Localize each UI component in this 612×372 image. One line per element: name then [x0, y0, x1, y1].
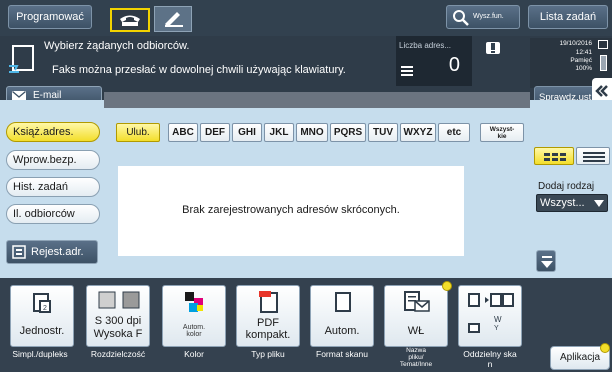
simplex-duplex-value: Jednostr. — [19, 325, 65, 337]
arrow-down-icon — [541, 256, 553, 268]
tab-def[interactable]: DEF — [200, 123, 230, 142]
resolution-value-line1: S 300 dpi — [94, 315, 142, 327]
color-icon — [185, 292, 203, 312]
list-view-toggle[interactable] — [576, 147, 610, 165]
file-name-caption-line3: Temat/Inne — [399, 361, 433, 368]
time-text: 12:41 — [575, 49, 592, 56]
pen-icon — [165, 12, 183, 27]
sidebar-item-address-book[interactable]: Książ.adres. — [6, 122, 100, 142]
destination-count-label: Liczba adres... — [399, 41, 452, 50]
scan-size-value: Autom. — [324, 325, 360, 337]
program-button[interactable]: Programować — [8, 5, 92, 29]
keyboard-hint-text: Faks można przesłać w dowolnej chwili uż… — [52, 64, 346, 76]
network-icon — [598, 40, 608, 49]
add-kind-label: Dodaj rodzaj — [538, 181, 595, 192]
tab-mno[interactable]: MNO — [296, 123, 328, 142]
memory-label: Pamięć — [570, 57, 592, 64]
simplex-duplex-tile[interactable]: 2 Jednostr. — [10, 285, 74, 347]
separate-scan-icon: W Y — [468, 293, 514, 333]
color-value-line1: Autom. — [182, 324, 206, 331]
svg-text:Y: Y — [494, 325, 499, 332]
date-text: 19/10/2016 — [559, 40, 592, 47]
add-kind-select[interactable]: Wszyst... — [536, 194, 608, 212]
document-mail-icon — [404, 291, 430, 312]
fax-document-icon — [9, 45, 34, 73]
file-name-tile[interactable]: WŁ — [384, 285, 448, 347]
fax-mode-tab[interactable] — [110, 8, 150, 32]
scroll-down-button[interactable] — [536, 250, 556, 272]
chevron-down-icon — [594, 200, 604, 207]
file-type-caption: Typ pliku — [251, 349, 285, 359]
address-book-register-icon — [12, 245, 26, 259]
svg-text:2: 2 — [43, 305, 47, 312]
list-icon — [401, 66, 413, 76]
sidebar-item-destination-count[interactable]: Il. odbiorców — [6, 204, 100, 224]
tab-pqrs[interactable]: PQRS — [330, 123, 366, 142]
separate-scan-tile[interactable]: W Y — [458, 285, 522, 347]
file-name-caption: Nazwa pliku/ Temat/Inne — [380, 347, 452, 368]
phone-icon — [120, 15, 140, 26]
tab-favorites[interactable]: Ulub. — [116, 123, 160, 142]
destination-counter: Liczba adres... 0 — [396, 36, 472, 86]
list-view-icon — [583, 152, 605, 162]
instruction-text: Wybierz żądanych odbiorców. — [44, 40, 190, 52]
tab-wxyz[interactable]: WXYZ — [400, 123, 436, 142]
svg-text:W: W — [494, 315, 502, 324]
grid-view-toggle[interactable] — [534, 147, 574, 165]
simplex-page-icon: 2 — [33, 293, 51, 313]
file-name-caption-line2: pliku/ — [408, 354, 424, 361]
tab-etc[interactable]: etc — [438, 123, 470, 142]
file-name-value: WŁ — [407, 325, 425, 337]
tab-jkl[interactable]: JKL — [264, 123, 294, 142]
empty-list-message: Brak zarejestrowanych adresów skróconych… — [182, 204, 400, 216]
destination-count-value: 0 — [448, 54, 460, 76]
simplex-duplex-caption: Simpl./dupleks — [12, 349, 68, 359]
setting-changed-indicator — [442, 281, 452, 291]
separate-scan-caption: Oddzielny ska n — [454, 349, 526, 369]
search-icon — [453, 10, 469, 26]
register-address-label: Rejest.adr. — [31, 246, 84, 258]
warning-icon — [486, 42, 500, 54]
tab-all-label-line1: Wszyst- — [489, 126, 515, 133]
job-list-button[interactable]: Lista zadań — [528, 5, 608, 29]
resolution-icon — [98, 291, 140, 309]
tab-all-label-line2: kie — [497, 133, 507, 140]
destination-input-bar[interactable] — [104, 92, 530, 108]
memory-value: 100% — [575, 65, 592, 72]
address-list-area: Brak zarejestrowanych adresów skróconych… — [118, 166, 464, 256]
separate-scan-caption-line2: n — [487, 359, 493, 369]
search-function-label: Wysz.fun. — [473, 13, 504, 20]
separate-scan-caption-line1: Oddzielny ska — [463, 349, 517, 359]
grid-icon — [544, 153, 566, 161]
application-label: Aplikacja — [559, 352, 601, 363]
top-bar: Programować Wysz.fun. Lista zadań — [0, 0, 612, 36]
scan-size-tile[interactable]: Autom. — [310, 285, 374, 347]
tab-all[interactable]: Wszyst- kie — [480, 123, 524, 142]
file-name-caption-line1: Nazwa — [406, 347, 426, 354]
resolution-caption: Rozdzielczość — [90, 349, 146, 359]
color-value-line2: kolor — [186, 331, 202, 338]
resolution-tile[interactable]: S 300 dpi Wysoka F — [86, 285, 150, 347]
scan-size-caption: Format skanu — [316, 349, 368, 359]
color-tile[interactable]: Autom. kolor — [162, 285, 226, 347]
application-indicator — [600, 343, 610, 353]
file-type-value-line1: PDF — [257, 317, 279, 329]
color-caption: Kolor — [184, 349, 204, 359]
fax-scan-screen: Programować Wysz.fun. Lista zadań Wybier… — [0, 0, 612, 372]
file-type-value-line2: kompakt. — [245, 329, 291, 341]
pdf-file-icon — [259, 291, 278, 313]
sidebar-item-job-history[interactable]: Hist. zadań — [6, 177, 100, 197]
sidebar-item-direct-input[interactable]: Wprow.bezp. — [6, 150, 100, 170]
add-kind-value: Wszyst... — [540, 197, 585, 209]
tab-tuv[interactable]: TUV — [368, 123, 398, 142]
tab-abc[interactable]: ABC — [168, 123, 198, 142]
tab-ghi[interactable]: GHI — [232, 123, 262, 142]
page-icon — [335, 292, 351, 312]
memory-bar-icon — [600, 55, 607, 71]
scan-mode-tab[interactable] — [154, 6, 192, 32]
file-type-tile[interactable]: PDF kompakt. — [236, 285, 300, 347]
resolution-value-line2: Wysoka F — [93, 328, 143, 340]
